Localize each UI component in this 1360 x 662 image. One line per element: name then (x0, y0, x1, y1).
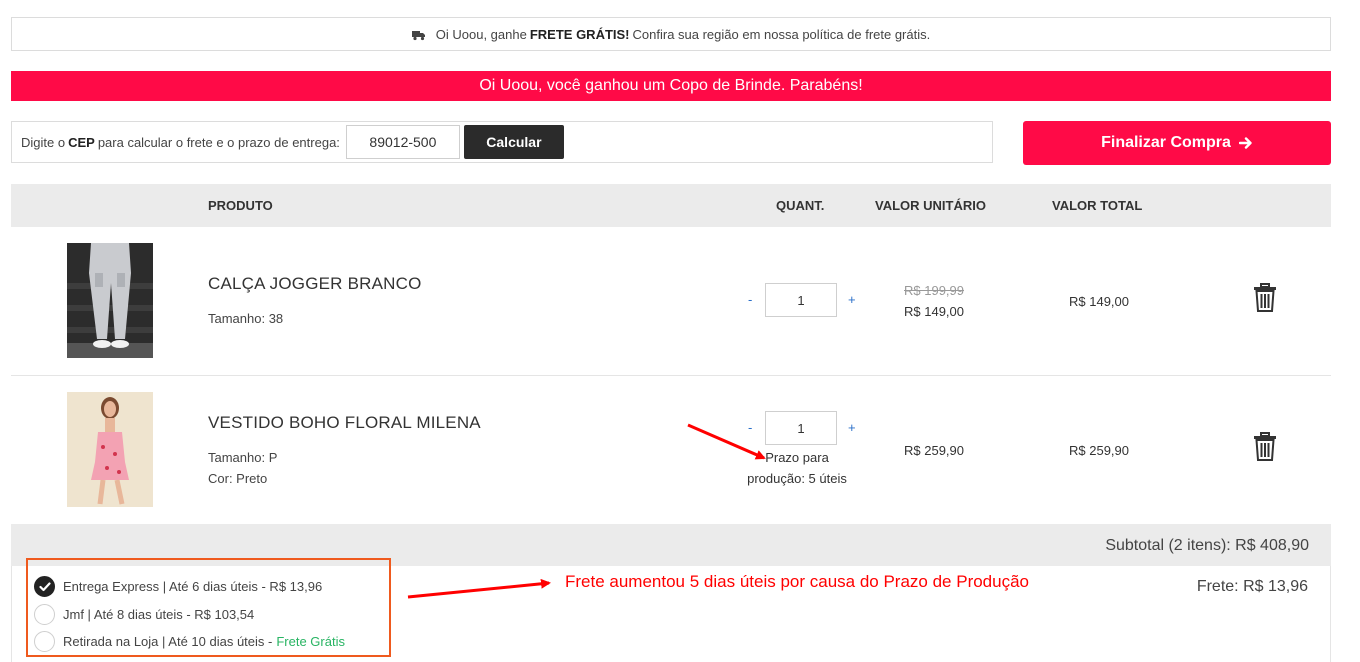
product-name[interactable]: CALÇA JOGGER BRANCO (208, 274, 422, 294)
header-unit-price: VALOR UNITÁRIO (875, 198, 986, 213)
unit-price: R$ 149,00 (904, 304, 964, 319)
cart-table-header: PRODUTO QUANT. VALOR UNITÁRIO VALOR TOTA… (11, 184, 1331, 227)
qty-increase-button[interactable]: + (848, 420, 856, 435)
cep-input[interactable] (345, 125, 460, 159)
cart-row: VESTIDO BOHO FLORAL MILENA Tamanho: P Co… (11, 376, 1331, 524)
free-shipping-bar: Oi Uoou, ganhe FRETE GRÁTIS! Confira sua… (11, 17, 1331, 51)
cep-calculator: Digite o CEP para calcular o frete e o p… (11, 121, 993, 163)
header-qty: QUANT. (776, 198, 825, 213)
trash-icon[interactable] (1253, 431, 1277, 461)
checkout-button[interactable]: Finalizar Compra (1023, 121, 1331, 165)
header-total: VALOR TOTAL (1052, 198, 1143, 213)
product-size: Tamanho: P (208, 450, 278, 465)
annotation-highlight-box (26, 558, 391, 657)
qty-decrease-button[interactable]: - (748, 420, 752, 435)
truck-icon (411, 29, 426, 41)
promo-suffix: Confira sua região em nossa política de … (632, 26, 931, 42)
annotation-text: Frete aumentou 5 dias úteis por causa do… (565, 572, 1030, 591)
header-product: PRODUTO (208, 198, 273, 213)
total-price: R$ 149,00 (1069, 294, 1129, 309)
old-price: R$ 199,99 (904, 283, 964, 298)
shipping-cost: Frete: R$ 13,96 (1196, 578, 1308, 595)
production-time: Prazo para produção: 5 úteis (735, 447, 859, 489)
unit-price: R$ 259,90 (904, 443, 964, 458)
arrow-right-icon (1238, 137, 1252, 149)
product-image[interactable] (67, 243, 153, 358)
cep-label-suffix: para calcular o frete e o prazo de entre… (97, 134, 340, 150)
qty-decrease-button[interactable]: - (748, 292, 752, 307)
qty-input[interactable] (765, 411, 837, 445)
checkout-button-label: Finalizar Compra (1101, 134, 1231, 151)
total-price: R$ 259,90 (1069, 443, 1129, 458)
calculate-button[interactable]: Calcular (463, 125, 564, 159)
promo-prefix: Oi Uoou, ganhe (435, 26, 527, 42)
cep-label-bold: CEP (68, 134, 95, 150)
trash-icon[interactable] (1253, 282, 1277, 312)
gift-banner: Oi Uoou, você ganhou um Copo de Brinde. … (11, 71, 1331, 101)
qty-input[interactable] (765, 283, 837, 317)
promo-highlight: FRETE GRÁTIS! (529, 26, 630, 42)
product-size: Tamanho: 38 (208, 311, 284, 326)
subtotal-text: Subtotal (2 itens): R$ 408,90 (1105, 537, 1309, 554)
product-color: Cor: Preto (208, 471, 268, 486)
production-time-line1: Prazo para (765, 450, 829, 465)
product-image[interactable] (67, 392, 153, 507)
qty-increase-button[interactable]: + (848, 292, 856, 307)
cart-row: CALÇA JOGGER BRANCO Tamanho: 38 - + R$ 1… (11, 227, 1331, 376)
cep-label-prefix: Digite o (21, 134, 66, 150)
production-time-line2: produção: 5 úteis (747, 471, 847, 486)
product-name[interactable]: VESTIDO BOHO FLORAL MILENA (208, 413, 481, 433)
